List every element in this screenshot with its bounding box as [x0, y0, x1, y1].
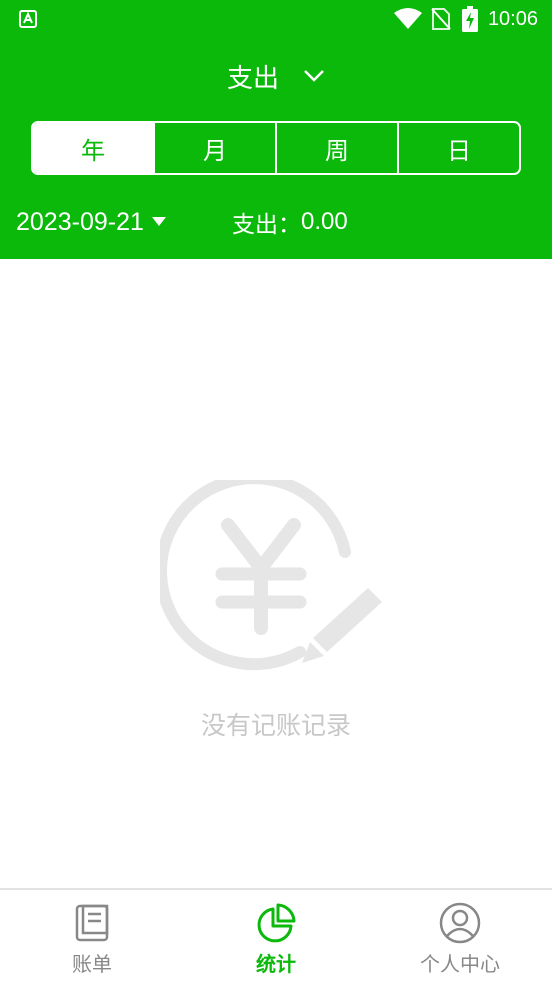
tabbar-item-profile[interactable]: 个人中心 [368, 890, 552, 983]
tabbar-label-bill: 账单 [72, 952, 112, 976]
tabbar-label-statistics: 统计 [256, 952, 296, 976]
chevron-down-icon [304, 70, 324, 82]
tab-day[interactable]: 日 [399, 123, 519, 173]
expense-summary: 支出： 0.00 [232, 205, 348, 239]
tabbar-item-statistics[interactable]: 统计 [184, 890, 368, 983]
battery-charging-icon [461, 6, 478, 32]
status-time: 10:06 [487, 7, 538, 30]
user-icon [439, 902, 481, 944]
content-area: 没有记账记录 [0, 259, 552, 888]
header: 10:06 支出 年 月 周 日 2023-09-21 支出： 0.00 [0, 0, 552, 259]
period-tabs: 年 月 周 日 [31, 121, 521, 175]
tab-week[interactable]: 周 [277, 123, 399, 173]
pie-chart-icon [257, 903, 296, 943]
no-sim-icon [431, 8, 451, 30]
tabbar-item-bill[interactable]: 账单 [0, 890, 184, 983]
empty-ledger-icon [160, 480, 382, 671]
statistics-screen: 10:06 支出 年 月 周 日 2023-09-21 支出： 0.00 没有记… [0, 0, 552, 983]
date-picker[interactable]: 2023-09-21 [16, 205, 166, 239]
status-bar: 10:06 [0, 0, 552, 38]
triangle-down-icon [151, 216, 166, 226]
status-indicators: 10:06 [393, 6, 538, 32]
bottom-tabbar: 账单 统计 个人中心 [0, 888, 552, 983]
type-label: 支出 [226, 63, 279, 94]
wifi-icon [393, 8, 422, 29]
tabbar-label-profile: 个人中心 [420, 952, 500, 976]
app-notification-icon [19, 10, 37, 28]
empty-message: 没有记账记录 [200, 711, 351, 740]
bill-icon [75, 904, 109, 942]
summary-value: 0.00 [301, 208, 348, 235]
summary-label: 支出： [232, 212, 301, 238]
date-text: 2023-09-21 [16, 207, 144, 236]
tab-year[interactable]: 年 [33, 123, 155, 173]
tab-month[interactable]: 月 [155, 123, 277, 173]
type-selector[interactable]: 支出 [0, 56, 552, 96]
